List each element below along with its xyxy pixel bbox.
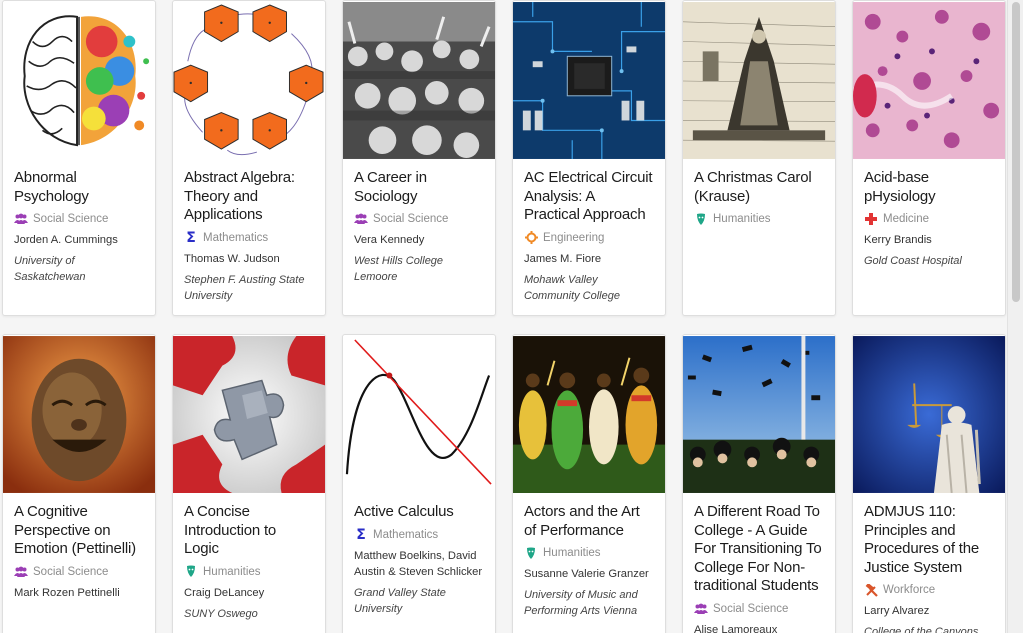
book-institution: College of the Canyons — [864, 626, 979, 633]
subject-label: Humanities — [713, 213, 771, 225]
book-cover-calculus-graph[interactable] — [343, 335, 495, 494]
book-author: Susanne Valerie Granzer — [524, 568, 649, 580]
book-cover-lady-justice[interactable] — [853, 335, 1005, 494]
book-title[interactable]: Actors and the Art of Performance — [524, 503, 654, 540]
subject-tag[interactable]: Humanities — [184, 565, 314, 579]
book-cover-crowd[interactable] — [343, 1, 495, 160]
book-institution: Mohawk Valley Community College — [524, 273, 620, 302]
people-icon — [694, 602, 708, 616]
book-author: Kerry Brandis — [864, 234, 932, 246]
subject-tag[interactable]: Social Science — [14, 212, 144, 226]
book-author: Mark Rozen Pettinelli — [14, 586, 120, 599]
sigma-icon: Σ — [356, 526, 366, 543]
book-card[interactable]: A Different Road To College - A Guide Fo… — [682, 334, 836, 633]
book-author: Vera Kennedy — [354, 234, 425, 246]
people-icon — [14, 565, 28, 579]
subject-tag[interactable]: Social Science — [14, 565, 144, 579]
book-cover-brain[interactable] — [3, 1, 155, 160]
book-card[interactable]: ADMJUS 110: Principles and Procedures of… — [852, 334, 1006, 633]
subject-tag[interactable]: Social Science — [694, 602, 824, 616]
book-title[interactable]: A Career in Sociology — [354, 169, 484, 206]
book-institution: Grand Valley State University — [354, 586, 446, 615]
subject-label: Engineering — [543, 231, 605, 244]
book-title[interactable]: Acid-base pHysiology — [864, 169, 994, 206]
subject-tag[interactable]: Humanities — [694, 212, 824, 226]
book-card[interactable]: Active Calculus Σ Mathematics Matthew Bo… — [342, 334, 496, 633]
subject-tag[interactable]: Medicine — [864, 212, 994, 226]
subject-label: Humanities — [543, 547, 601, 559]
subject-label: Medicine — [883, 213, 930, 225]
theater-mask-icon — [694, 212, 708, 226]
subject-tag[interactable]: Humanities — [524, 546, 654, 560]
subject-tag[interactable]: Engineering — [524, 231, 654, 245]
book-author: Thomas W. Judson — [184, 252, 280, 265]
book-card[interactable]: A Cognitive Perspective on Emotion (Pett… — [2, 334, 156, 633]
book-title[interactable]: A Different Road To College - A Guide Fo… — [694, 503, 824, 596]
sigma-icon: Σ — [186, 229, 196, 246]
book-card[interactable]: A Christmas Carol (Krause) Humanities — [682, 0, 836, 316]
subject-label: Social Science — [33, 565, 109, 578]
book-author: James M. Fiore — [524, 252, 602, 265]
book-cover-histology[interactable] — [853, 1, 1005, 160]
subject-tag[interactable]: Workforce — [864, 583, 994, 597]
book-institution: Gold Coast Hospital — [864, 255, 962, 267]
book-cover-christmas-carol[interactable] — [683, 1, 835, 160]
people-icon — [354, 212, 368, 226]
medical-cross-icon — [864, 212, 878, 226]
subject-label: Social Science — [713, 602, 789, 615]
book-card[interactable]: A Career in Sociology Social Science Ver… — [342, 0, 496, 316]
book-title[interactable]: AC Electrical Circuit Analysis: A Practi… — [524, 169, 654, 225]
book-institution: West Hills College Lemoore — [354, 255, 444, 283]
book-author: Alise Lamoreaux — [694, 623, 778, 633]
book-card[interactable]: A Concise Introduction to Logic Humaniti… — [172, 334, 326, 633]
subject-tag[interactable]: Social Science — [354, 212, 484, 226]
vertical-scrollbar[interactable] — [1007, 0, 1023, 633]
hammer-icon — [864, 583, 878, 597]
subject-label: Workforce — [883, 584, 936, 596]
book-title[interactable]: A Cognitive Perspective on Emotion (Pett… — [14, 503, 144, 559]
book-card[interactable]: Actors and the Art of Performance Humani… — [512, 334, 666, 633]
book-title[interactable]: Abstract Algebra: Theory and Application… — [184, 169, 314, 225]
scrollbar-thumb[interactable] — [1012, 2, 1020, 302]
subject-label: Mathematics — [373, 528, 439, 541]
subject-tag[interactable]: Σ Mathematics — [354, 526, 484, 543]
theater-mask-icon — [524, 546, 538, 560]
book-author: Matthew Boelkins, David Austin & Steven … — [354, 549, 483, 578]
book-institution: Stephen F. Austing State University — [184, 273, 305, 302]
book-card[interactable]: Abnormal Psychology Social Science Jorde… — [2, 0, 156, 316]
book-title[interactable]: ADMJUS 110: Principles and Procedures of… — [864, 503, 994, 577]
subject-label: Mathematics — [203, 231, 269, 244]
book-cover-puzzle[interactable] — [173, 335, 325, 494]
book-title[interactable]: Active Calculus — [354, 503, 484, 522]
book-title[interactable]: A Concise Introduction to Logic — [184, 503, 314, 559]
gear-icon — [524, 231, 538, 245]
theater-mask-icon — [184, 565, 198, 579]
book-cover-hexagons[interactable] — [173, 1, 325, 160]
book-author: Larry Alvarez — [864, 605, 930, 617]
people-icon — [14, 212, 28, 226]
subject-label: Humanities — [203, 565, 261, 578]
subject-label: Social Science — [373, 213, 449, 225]
book-author: Craig DeLancey — [184, 586, 265, 599]
subject-label: Social Science — [33, 213, 109, 225]
book-cover-circuit-board[interactable] — [513, 1, 665, 160]
book-cover-laughing-head[interactable] — [3, 335, 155, 494]
book-institution: University of Saskatchewan — [14, 255, 86, 283]
book-author: Jorden A. Cummings — [14, 234, 118, 246]
book-title[interactable]: Abnormal Psychology — [14, 169, 144, 206]
book-title[interactable]: A Christmas Carol (Krause) — [694, 169, 824, 206]
book-card[interactable]: Acid-base pHysiology Medicine Kerry Bran… — [852, 0, 1006, 316]
subject-tag[interactable]: Σ Mathematics — [184, 229, 314, 246]
book-card[interactable]: AC Electrical Circuit Analysis: A Practi… — [512, 0, 666, 316]
book-cover-graduation[interactable] — [683, 335, 835, 494]
book-card[interactable]: Abstract Algebra: Theory and Application… — [172, 0, 326, 316]
book-cover-dancers[interactable] — [513, 335, 665, 494]
book-institution: SUNY Oswego — [184, 607, 258, 620]
book-institution: University of Music and Performing Arts … — [524, 589, 638, 617]
